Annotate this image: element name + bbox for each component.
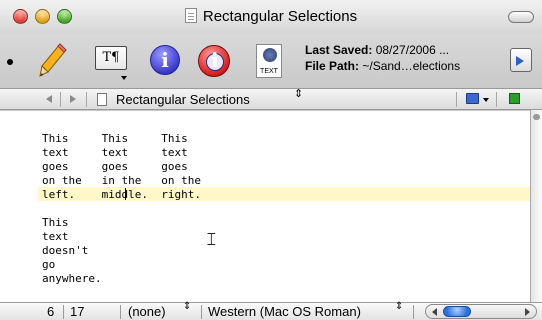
status-bar: 6 17 (none) ⇕ Western (Mac OS Roman) ⇕ xyxy=(0,302,542,320)
document-drawer-button[interactable] xyxy=(510,48,532,72)
updown-icon[interactable]: ⇕ xyxy=(294,89,303,100)
text-options-button[interactable]: T¶ xyxy=(95,42,129,80)
navigation-bar: Rectangular Selections ⇕ xyxy=(0,88,542,110)
column-number[interactable]: 17 xyxy=(70,304,84,319)
document-popup[interactable]: Rectangular Selections xyxy=(116,92,250,107)
separator xyxy=(86,92,87,107)
last-saved-row: Last Saved: 08/27/2006 ... xyxy=(305,42,505,58)
separator xyxy=(60,92,61,107)
scroll-right-arrow-icon[interactable] xyxy=(525,308,530,316)
updown-icon[interactable]: ⇕ xyxy=(395,302,403,312)
forward-arrow-icon[interactable] xyxy=(70,95,76,103)
document-proxy-icon[interactable] xyxy=(184,8,197,23)
document-icon xyxy=(97,93,107,106)
title-bar: Rectangular Selections xyxy=(0,0,542,34)
ibeam-cursor-icon: 𝙸 xyxy=(205,229,218,250)
window-title-text: Rectangular Selections xyxy=(202,8,358,25)
chevron-down-icon xyxy=(121,76,127,80)
separator xyxy=(120,305,121,319)
text-editor[interactable]: This This This text text text goes goes … xyxy=(0,110,530,302)
updown-icon[interactable]: ⇕ xyxy=(183,302,191,312)
scroll-thumb[interactable] xyxy=(443,306,471,317)
gear-icon xyxy=(263,48,277,62)
globe-info-icon xyxy=(198,45,230,77)
info-icon: i xyxy=(150,45,180,75)
line-number[interactable]: 6 xyxy=(47,304,54,319)
counterpart-icon[interactable] xyxy=(509,93,520,104)
separator xyxy=(413,305,414,319)
globe-info-button[interactable] xyxy=(196,42,232,80)
editor-text[interactable]: This This This text text text goes goes … xyxy=(42,132,201,286)
toolbar: T¶ i TEXT Last Saved: 08/27/2006 ... Fil… xyxy=(0,34,542,88)
window-title: Rectangular Selections xyxy=(0,8,542,25)
encoding-popup[interactable]: Western (Mac OS Roman) xyxy=(208,304,361,319)
chevron-down-icon xyxy=(483,98,489,102)
separator xyxy=(63,305,64,319)
toolbar-toggle-button[interactable] xyxy=(508,11,534,23)
last-saved-label: Last Saved: xyxy=(305,43,373,57)
vertical-scrollbar[interactable] xyxy=(530,110,542,302)
divider xyxy=(0,110,530,111)
file-status: Last Saved: 08/27/2006 ... File Path: ~/… xyxy=(305,42,505,74)
text-caret xyxy=(125,188,126,200)
pencil-button[interactable] xyxy=(38,42,68,80)
file-path-row: File Path: ~/Sand…elections xyxy=(305,58,505,74)
text-format-icon: T¶ xyxy=(95,46,127,70)
language-popup[interactable]: (none) xyxy=(128,304,166,319)
last-saved-value: 08/27/2006 ... xyxy=(375,43,450,57)
get-info-button[interactable]: i xyxy=(148,42,182,80)
separator xyxy=(496,92,497,107)
separator xyxy=(201,305,202,319)
text-icon-label: TEXT xyxy=(260,68,278,75)
separator xyxy=(456,92,457,107)
file-path-label: File Path: xyxy=(305,59,360,73)
pencil-icon xyxy=(39,43,67,77)
text-document-icon: TEXT xyxy=(256,44,282,78)
scroll-left-arrow-icon[interactable] xyxy=(432,308,437,316)
file-path-value: ~/Sand…elections xyxy=(362,59,461,73)
back-arrow-icon[interactable] xyxy=(46,95,52,103)
bullet-icon[interactable] xyxy=(7,59,13,65)
book-icon[interactable] xyxy=(466,93,479,104)
horizontal-scrollbar[interactable] xyxy=(425,304,537,319)
text-encoding-button[interactable]: TEXT xyxy=(256,42,282,80)
scroll-thumb[interactable] xyxy=(533,114,540,120)
